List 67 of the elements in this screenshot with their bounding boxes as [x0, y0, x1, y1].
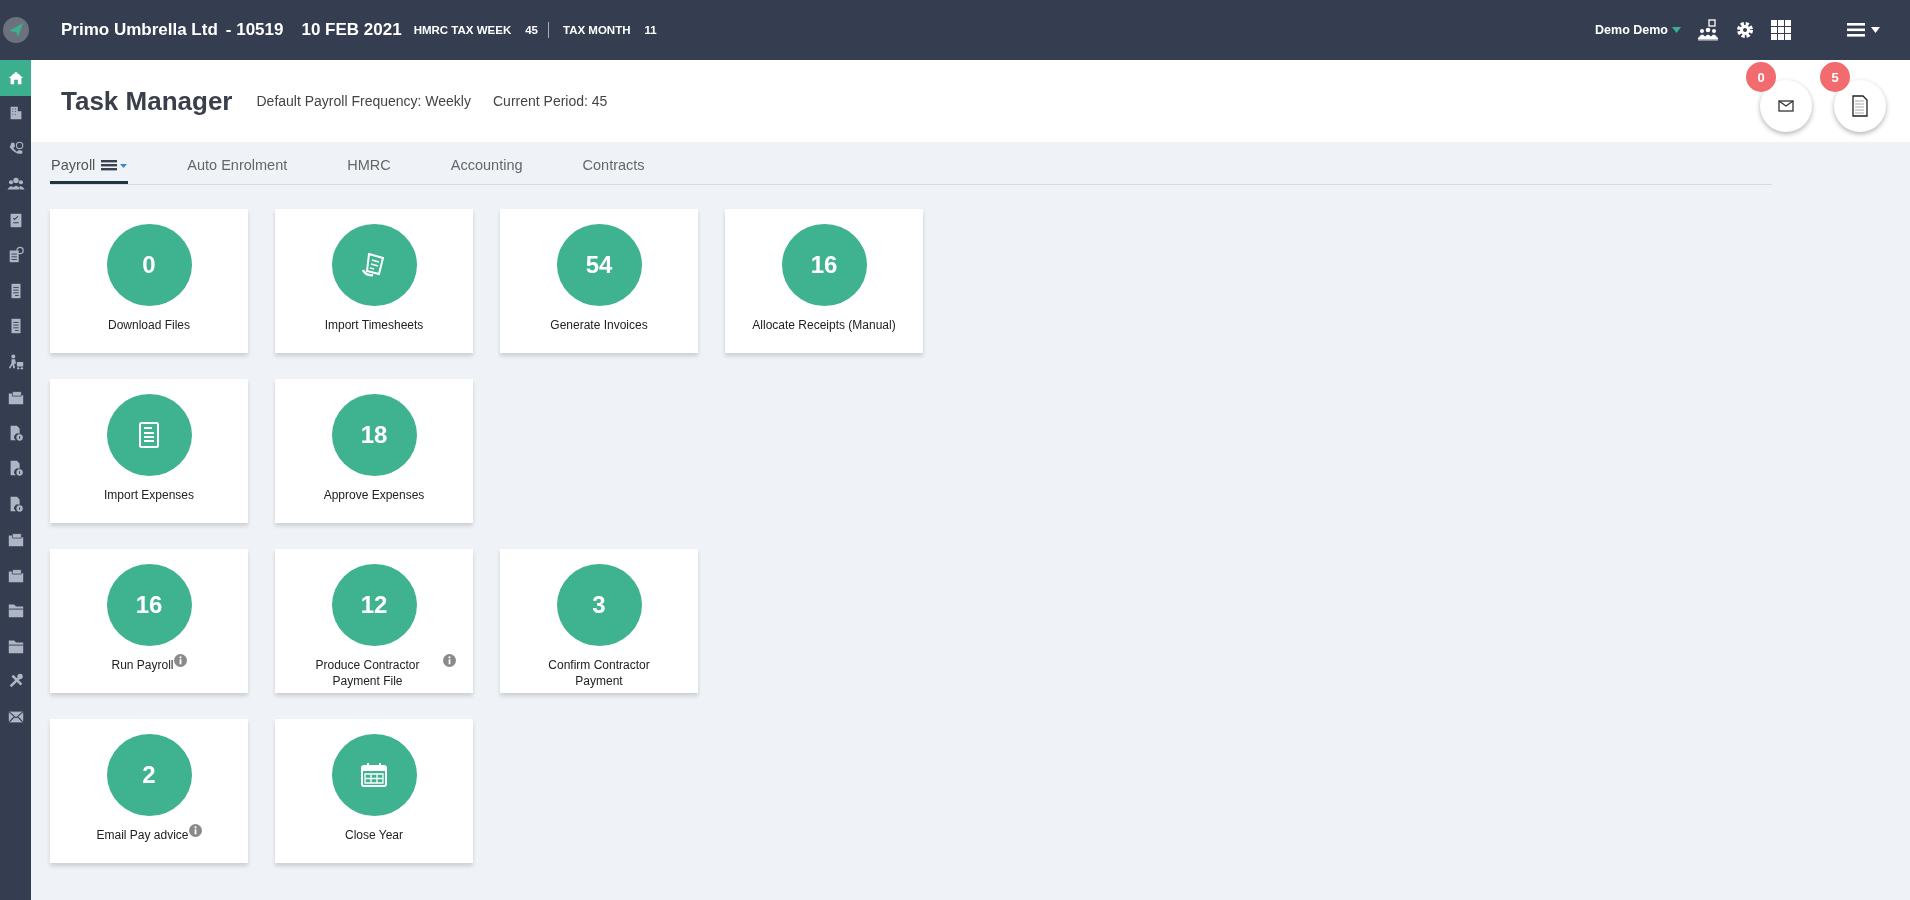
card-label: Generate Invoices [550, 318, 648, 334]
card-label: Download Files [107, 318, 190, 334]
count-circle: 0 [106, 224, 192, 306]
count-badge: 5 [1820, 62, 1850, 92]
card-label: Import Expenses [103, 488, 194, 504]
count-circle: 12 [331, 564, 417, 646]
tax-week-label: HMRC TAX WEEK [413, 24, 512, 36]
task-card[interactable]: 12 Produce Contractor Payment File [275, 549, 473, 693]
user-menu[interactable]: Demo Demo [1595, 23, 1681, 37]
payroll-frequency: Default Payroll Frequency: Weekly [256, 93, 471, 109]
task-card[interactable]: Import Expenses [50, 379, 248, 523]
company-name: Primo Umbrella Ltd [61, 20, 218, 40]
document-icon [1852, 95, 1868, 117]
task-card[interactable]: 18 Approve Expenses [275, 379, 473, 523]
task-card[interactable]: 54 Generate Invoices [500, 209, 698, 353]
tab[interactable]: Auto Enrolment [186, 150, 289, 184]
messages-button[interactable] [1760, 80, 1812, 132]
card-label: Import Timesheets [324, 318, 424, 334]
documents-button[interactable] [1834, 80, 1886, 132]
tab[interactable]: Contracts [581, 150, 646, 184]
tax-month-label: TAX MONTH [563, 24, 631, 36]
count-circle: 16 [106, 564, 192, 646]
task-card[interactable]: 2 Email Pay advice [50, 719, 248, 863]
card-label: Allocate Receipts (Manual) [752, 318, 896, 334]
count-circle: 3 [556, 564, 642, 646]
card-label: Close Year [344, 828, 403, 844]
task-card[interactable]: Close Year [275, 719, 473, 863]
card-label: Approve Expenses [323, 488, 425, 504]
calendar-icon [359, 760, 389, 790]
count-circle: 54 [556, 224, 642, 306]
task-card[interactable]: 3 Confirm Contractor Payment [500, 549, 698, 693]
caret-icon [1871, 27, 1880, 33]
card-label: Produce Contractor Payment File [314, 658, 421, 690]
folder-icon [6, 530, 25, 549]
card-label: Email Pay advice [96, 828, 189, 844]
page-title: Task Manager [61, 85, 233, 117]
count-circle: 2 [106, 734, 192, 816]
apps-grid-icon[interactable] [1771, 20, 1791, 40]
current-period: Current Period: 45 [493, 93, 608, 109]
envelope-icon [1778, 100, 1794, 112]
tab[interactable]: Payroll [50, 150, 129, 184]
info-icon[interactable] [442, 654, 456, 667]
task-card[interactable]: Import Timesheets [275, 209, 473, 353]
count-badge: 0 [1746, 62, 1776, 92]
tab[interactable]: Accounting [449, 150, 524, 184]
tax-month-value: 11 [644, 24, 657, 36]
info-icon[interactable] [173, 654, 187, 667]
logo-icon[interactable] [1, 16, 30, 44]
caret-icon [1672, 27, 1681, 33]
tab[interactable]: HMRC [346, 150, 392, 184]
tax-week-value: 45 [525, 24, 538, 36]
count-circle: 16 [781, 224, 867, 306]
people-task-icon[interactable] [1697, 19, 1719, 41]
worker-cart-icon [6, 352, 25, 371]
menu-icon[interactable] [1847, 23, 1865, 37]
info-icon[interactable] [188, 824, 202, 837]
card-label: Run Payroll [111, 658, 174, 674]
task-card[interactable]: 0 Download Files [50, 209, 248, 353]
settings-icon[interactable] [1735, 20, 1755, 40]
task-card[interactable]: 16 Allocate Receipts (Manual) [725, 209, 923, 353]
folder-icon [6, 388, 25, 407]
sidebar-item[interactable] [0, 60, 31, 96]
count-circle: 18 [331, 394, 417, 476]
card-label: Confirm Contractor Payment [547, 658, 651, 690]
company-code: - 10519 [225, 20, 284, 40]
task-card[interactable]: 16 Run Payroll [50, 549, 248, 693]
date-text: 10 FEB 2021 [301, 20, 402, 40]
